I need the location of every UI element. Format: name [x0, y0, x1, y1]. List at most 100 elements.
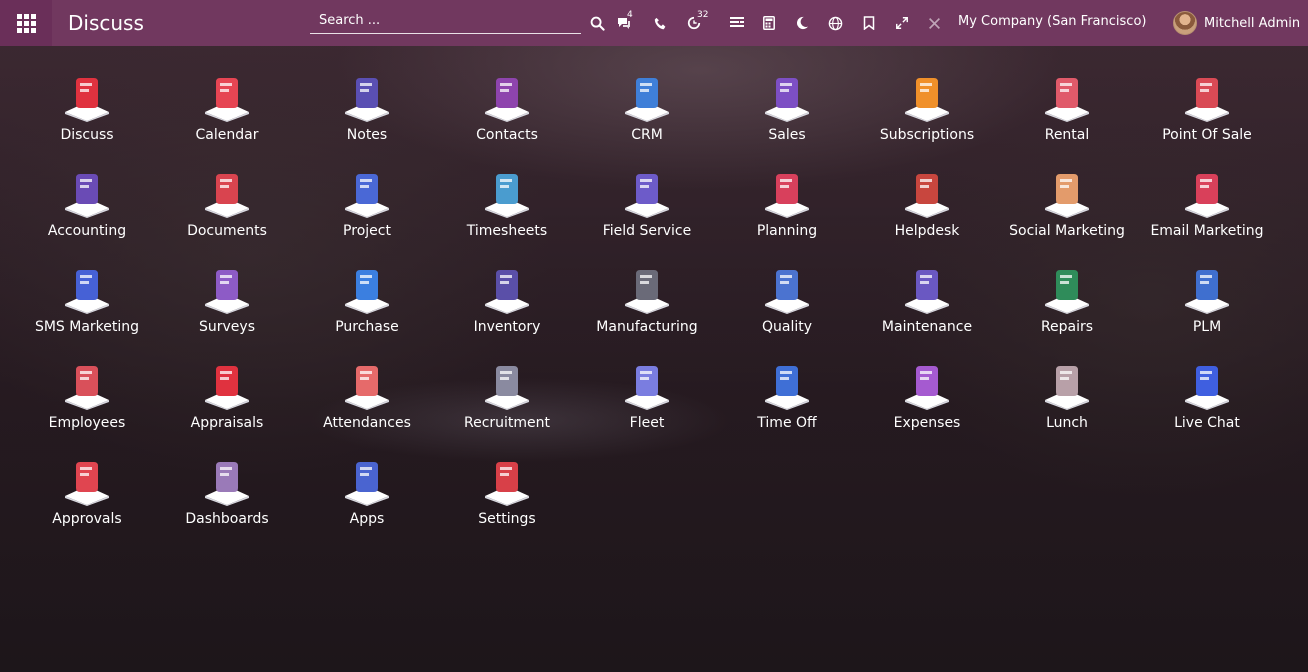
settings-icon — [485, 462, 529, 506]
field-service-icon — [625, 174, 669, 218]
company-switcher[interactable]: My Company (San Francisco) — [958, 14, 1146, 29]
app-tile-project[interactable]: Project — [297, 170, 437, 260]
sms-marketing-icon — [65, 270, 109, 314]
app-label: Attendances — [323, 415, 411, 431]
social-marketing-icon — [1045, 174, 1089, 218]
grid-icon — [16, 13, 36, 33]
app-tile-discuss[interactable]: Discuss — [17, 74, 157, 164]
globe-icon — [828, 16, 842, 30]
messages-count-badge: 4 — [627, 10, 633, 20]
user-menu[interactable]: Mitchell Admin — [1173, 11, 1300, 35]
app-tile-notes[interactable]: Notes — [297, 74, 437, 164]
subscriptions-icon — [905, 78, 949, 122]
search-button[interactable] — [587, 13, 607, 33]
project-icon — [345, 174, 389, 218]
app-label: Maintenance — [881, 319, 973, 335]
app-label: Apps — [349, 511, 385, 527]
app-tile-attendances[interactable]: Attendances — [297, 362, 437, 452]
repairs-icon — [1045, 270, 1089, 314]
app-tile-rental[interactable]: Rental — [997, 74, 1137, 164]
planning-icon — [765, 174, 809, 218]
app-label: Point Of Sale — [1162, 127, 1252, 143]
app-tile-approvals[interactable]: Approvals — [17, 458, 157, 548]
activities-count-badge: 32 — [697, 10, 709, 20]
activities-button[interactable]: 32 — [684, 10, 708, 33]
messages-button[interactable]: 4 — [614, 10, 634, 33]
apps-menu-button[interactable] — [0, 0, 52, 46]
calculator-button[interactable] — [759, 13, 779, 33]
app-label: Social Marketing — [1009, 223, 1125, 239]
app-tile-documents[interactable]: Documents — [157, 170, 297, 260]
apps-icon — [345, 462, 389, 506]
app-label: Fleet — [629, 415, 665, 431]
timesheets-icon — [485, 174, 529, 218]
app-tile-social-marketing[interactable]: Social Marketing — [997, 170, 1137, 260]
documents-icon — [205, 174, 249, 218]
app-tile-sms-marketing[interactable]: SMS Marketing — [17, 266, 157, 356]
app-tile-field-service[interactable]: Field Service — [577, 170, 717, 260]
app-label: Helpdesk — [894, 223, 960, 239]
app-tile-calendar[interactable]: Calendar — [157, 74, 297, 164]
inventory-icon — [485, 270, 529, 314]
app-tile-helpdesk[interactable]: Helpdesk — [857, 170, 997, 260]
tools-icon — [928, 17, 940, 29]
app-label: Calendar — [195, 127, 259, 143]
search-input[interactable] — [310, 12, 581, 28]
app-tile-repairs[interactable]: Repairs — [997, 266, 1137, 356]
app-tile-plm[interactable]: PLM — [1137, 266, 1277, 356]
live-chat-icon — [1185, 366, 1229, 410]
fullscreen-button[interactable] — [892, 13, 912, 33]
app-tile-appraisals[interactable]: Appraisals — [157, 362, 297, 452]
phone-button[interactable] — [650, 13, 670, 33]
app-tile-apps[interactable]: Apps — [297, 458, 437, 548]
app-label: Lunch — [1046, 415, 1088, 431]
notes-icon — [345, 78, 389, 122]
app-tile-sales[interactable]: Sales — [717, 74, 857, 164]
app-tile-time-off[interactable]: Time Off — [717, 362, 857, 452]
dark-mode-button[interactable] — [792, 13, 812, 33]
app-tile-contacts[interactable]: Contacts — [437, 74, 577, 164]
app-tile-maintenance[interactable]: Maintenance — [857, 266, 997, 356]
app-title: Discuss — [68, 11, 144, 35]
app-label: Employees — [48, 415, 126, 431]
app-label: Contacts — [476, 127, 538, 143]
app-tile-employees[interactable]: Employees — [17, 362, 157, 452]
app-tile-email-marketing[interactable]: Email Marketing — [1137, 170, 1277, 260]
app-tile-timesheets[interactable]: Timesheets — [437, 170, 577, 260]
website-button[interactable] — [825, 13, 845, 33]
expand-icon — [896, 17, 908, 29]
bookmark-button[interactable] — [859, 13, 879, 33]
app-tile-expenses[interactable]: Expenses — [857, 362, 997, 452]
app-tile-subscriptions[interactable]: Subscriptions — [857, 74, 997, 164]
app-label: Timesheets — [466, 223, 548, 239]
search-bar — [310, 7, 581, 34]
app-tile-live-chat[interactable]: Live Chat — [1137, 362, 1277, 452]
app-tile-accounting[interactable]: Accounting — [17, 170, 157, 260]
app-tile-manufacturing[interactable]: Manufacturing — [577, 266, 717, 356]
app-tile-surveys[interactable]: Surveys — [157, 266, 297, 356]
app-tile-dashboards[interactable]: Dashboards — [157, 458, 297, 548]
app-label: Surveys — [199, 319, 255, 335]
app-tile-planning[interactable]: Planning — [717, 170, 857, 260]
search-icon — [590, 16, 605, 31]
app-tile-crm[interactable]: CRM — [577, 74, 717, 164]
app-label: Discuss — [60, 127, 114, 143]
app-tile-fleet[interactable]: Fleet — [577, 362, 717, 452]
app-label: Rental — [1044, 127, 1090, 143]
app-tile-recruitment[interactable]: Recruitment — [437, 362, 577, 452]
app-label: CRM — [631, 127, 663, 143]
appraisals-icon — [205, 366, 249, 410]
expenses-icon — [905, 366, 949, 410]
helpdesk-icon — [905, 174, 949, 218]
document-layout-button[interactable] — [727, 13, 747, 33]
app-tile-inventory[interactable]: Inventory — [437, 266, 577, 356]
app-tile-quality[interactable]: Quality — [717, 266, 857, 356]
debug-tools-button[interactable] — [924, 13, 944, 33]
app-tile-lunch[interactable]: Lunch — [997, 362, 1137, 452]
app-label: Repairs — [1040, 319, 1094, 335]
recruitment-icon — [485, 366, 529, 410]
app-tile-point-of-sale[interactable]: Point Of Sale — [1137, 74, 1277, 164]
app-tile-settings[interactable]: Settings — [437, 458, 577, 548]
app-tile-purchase[interactable]: Purchase — [297, 266, 437, 356]
app-label: SMS Marketing — [34, 319, 140, 335]
